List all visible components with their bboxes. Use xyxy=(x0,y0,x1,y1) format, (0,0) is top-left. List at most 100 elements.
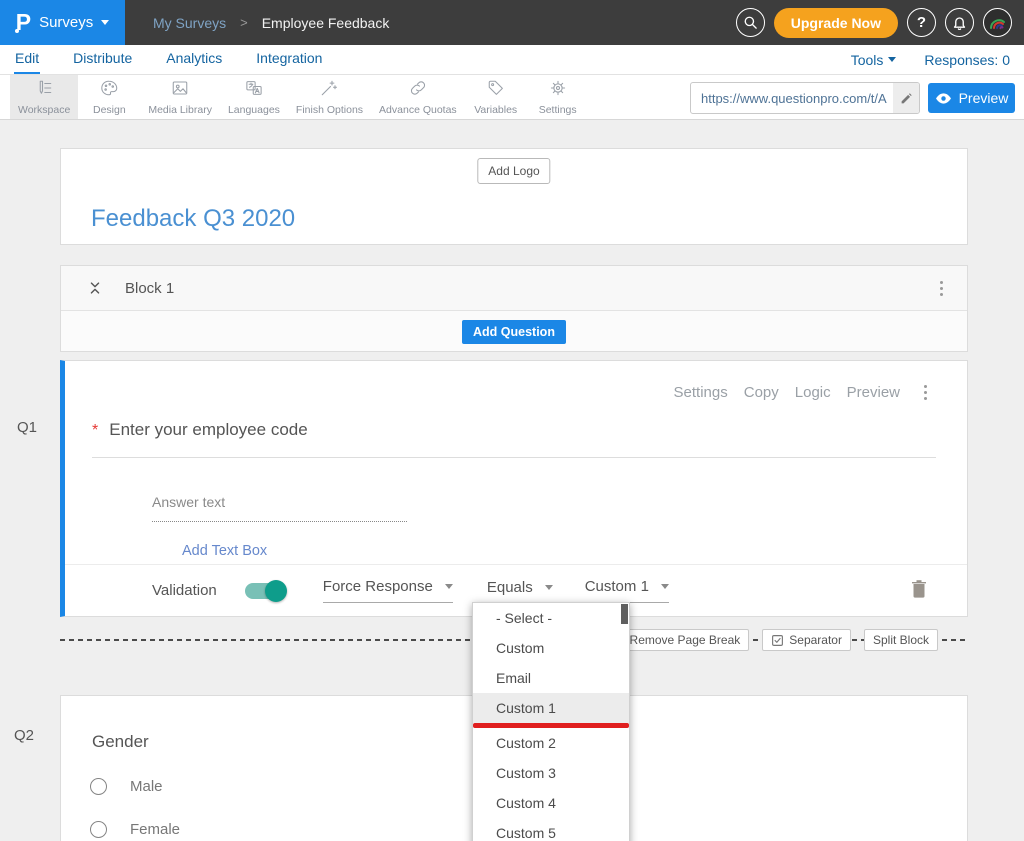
answer-text-field[interactable]: Answer text xyxy=(152,494,407,522)
survey-url-box xyxy=(690,82,920,114)
toolbar-advance-quotas[interactable]: Advance Quotas xyxy=(371,75,465,119)
topbar-actions: Upgrade Now ? xyxy=(736,8,1024,38)
toolbar-workspace[interactable]: Workspace xyxy=(10,75,78,119)
question-number-q2: Q2 xyxy=(14,727,34,744)
add-logo-button[interactable]: Add Logo xyxy=(477,158,550,184)
chevron-down-icon xyxy=(661,584,669,589)
add-text-box-link[interactable]: Add Text Box xyxy=(182,543,267,559)
search-button[interactable] xyxy=(736,8,765,37)
menu-item-custom-2[interactable]: Custom 2 xyxy=(473,728,629,758)
delete-validation-button[interactable] xyxy=(911,579,927,603)
tools-menu[interactable]: Tools xyxy=(851,52,897,68)
tab-analytics[interactable]: Analytics xyxy=(165,46,223,74)
tab-edit[interactable]: Edit xyxy=(14,46,40,74)
menu-item-custom[interactable]: Custom xyxy=(473,633,629,663)
operator-select[interactable]: Equals xyxy=(487,579,553,603)
help-button[interactable]: ? xyxy=(907,8,936,37)
product-switcher[interactable]: P Surveys xyxy=(0,0,125,45)
question-card-q1: Settings Copy Logic Preview * Enter your… xyxy=(60,360,968,617)
menu-item-custom-5[interactable]: Custom 5 xyxy=(473,818,629,841)
image-icon xyxy=(171,79,189,97)
question-settings-button[interactable]: Settings xyxy=(674,384,728,401)
question-preview-button[interactable]: Preview xyxy=(847,384,900,401)
block-menu-button[interactable] xyxy=(936,277,947,300)
collapse-block-button[interactable] xyxy=(87,280,103,296)
menu-item-custom-3[interactable]: Custom 3 xyxy=(473,758,629,788)
add-question-button[interactable]: Add Question xyxy=(462,320,566,344)
workspace-icon xyxy=(35,79,53,97)
chevron-down-icon xyxy=(101,20,109,25)
toolbar-media-library[interactable]: Media Library xyxy=(140,75,220,119)
bell-icon xyxy=(952,15,967,30)
product-menu-label: Surveys xyxy=(39,14,93,31)
force-response-select[interactable]: Force Response xyxy=(323,578,453,603)
translate-icon xyxy=(245,79,263,97)
chain-link-icon xyxy=(409,79,427,97)
survey-title[interactable]: Feedback Q3 2020 xyxy=(91,205,295,233)
question-text[interactable]: Enter your employee code xyxy=(109,420,307,440)
top-bar: P Surveys My Surveys > Employee Feedback… xyxy=(0,0,1024,45)
toggle-knob xyxy=(265,580,287,602)
survey-nav: Edit Distribute Analytics Integration To… xyxy=(0,45,1024,75)
checkbox-checked-icon xyxy=(771,634,784,647)
nav-tabs: Edit Distribute Analytics Integration xyxy=(14,46,323,74)
survey-header-card: Add Logo Feedback Q3 2020 xyxy=(60,148,968,245)
breadcrumb: My Surveys > Employee Feedback xyxy=(153,15,389,31)
separator-button[interactable]: Separator xyxy=(762,629,851,651)
gear-icon xyxy=(549,79,567,97)
preview-button[interactable]: Preview xyxy=(928,83,1015,113)
breadcrumb-my-surveys[interactable]: My Surveys xyxy=(153,15,226,31)
pattern-dropdown-menu: - Select - Custom Email Custom 1 Custom … xyxy=(472,602,630,841)
menu-item-custom-1[interactable]: Custom 1 xyxy=(473,693,629,723)
user-avatar[interactable] xyxy=(983,8,1012,37)
menu-item-custom-4[interactable]: Custom 4 xyxy=(473,788,629,818)
collapse-vertical-icon xyxy=(87,280,103,296)
toolbar-design[interactable]: Design xyxy=(78,75,140,119)
question-mark-icon: ? xyxy=(917,14,926,31)
chevron-down-icon xyxy=(445,584,453,589)
palette-icon xyxy=(100,79,118,97)
dropdown-scrollbar-thumb[interactable] xyxy=(621,604,628,624)
question-copy-button[interactable]: Copy xyxy=(744,384,779,401)
survey-canvas: Q1 Q2 Add Logo Feedback Q3 2020 Block 1 … xyxy=(0,120,1024,841)
responses-count[interactable]: Responses: 0 xyxy=(924,52,1010,68)
eye-icon xyxy=(935,92,952,105)
add-question-row: Add Question xyxy=(61,311,967,352)
validation-toggle[interactable] xyxy=(245,583,285,599)
toolbar-variables[interactable]: Variables xyxy=(465,75,527,119)
question-number-q1: Q1 xyxy=(17,419,37,436)
toolbar-finish-options[interactable]: Finish Options xyxy=(288,75,371,119)
toolbar-languages[interactable]: Languages xyxy=(220,75,288,119)
tab-distribute[interactable]: Distribute xyxy=(72,46,133,74)
question-logic-button[interactable]: Logic xyxy=(795,384,831,401)
survey-url-input[interactable] xyxy=(691,91,893,106)
radio-button[interactable] xyxy=(90,821,107,838)
subnav-right: Tools Responses: 0 xyxy=(851,52,1010,68)
menu-item-email[interactable]: Email xyxy=(473,663,629,693)
notifications-button[interactable] xyxy=(945,8,974,37)
radio-button[interactable] xyxy=(90,778,107,795)
question-text-row: * Enter your employee code xyxy=(92,420,936,458)
menu-item-select[interactable]: - Select - xyxy=(473,603,629,633)
trash-icon xyxy=(911,579,927,598)
question-actions: Settings Copy Logic Preview xyxy=(65,361,967,404)
breadcrumb-separator: > xyxy=(240,15,248,30)
split-block-button[interactable]: Split Block xyxy=(864,629,938,651)
block-title[interactable]: Block 1 xyxy=(125,280,174,297)
questionpro-logo: P xyxy=(16,11,31,34)
editor-toolbar: Workspace Design Media Library Languages… xyxy=(0,75,1024,120)
pattern-select[interactable]: Custom 1 xyxy=(585,578,669,603)
magic-wand-icon xyxy=(320,79,338,97)
tools-label: Tools xyxy=(851,52,884,68)
tag-icon xyxy=(487,79,505,97)
tab-integration[interactable]: Integration xyxy=(255,46,323,74)
block-card: Block 1 Add Question xyxy=(60,265,968,352)
required-marker: * xyxy=(92,422,98,440)
search-icon xyxy=(743,15,758,30)
upgrade-now-button[interactable]: Upgrade Now xyxy=(774,8,898,38)
edit-url-button[interactable] xyxy=(893,83,919,113)
pencil-icon xyxy=(900,92,913,105)
toolbar-settings[interactable]: Settings xyxy=(527,75,589,119)
question-menu-button[interactable] xyxy=(920,381,931,404)
validation-label: Validation xyxy=(152,582,217,599)
